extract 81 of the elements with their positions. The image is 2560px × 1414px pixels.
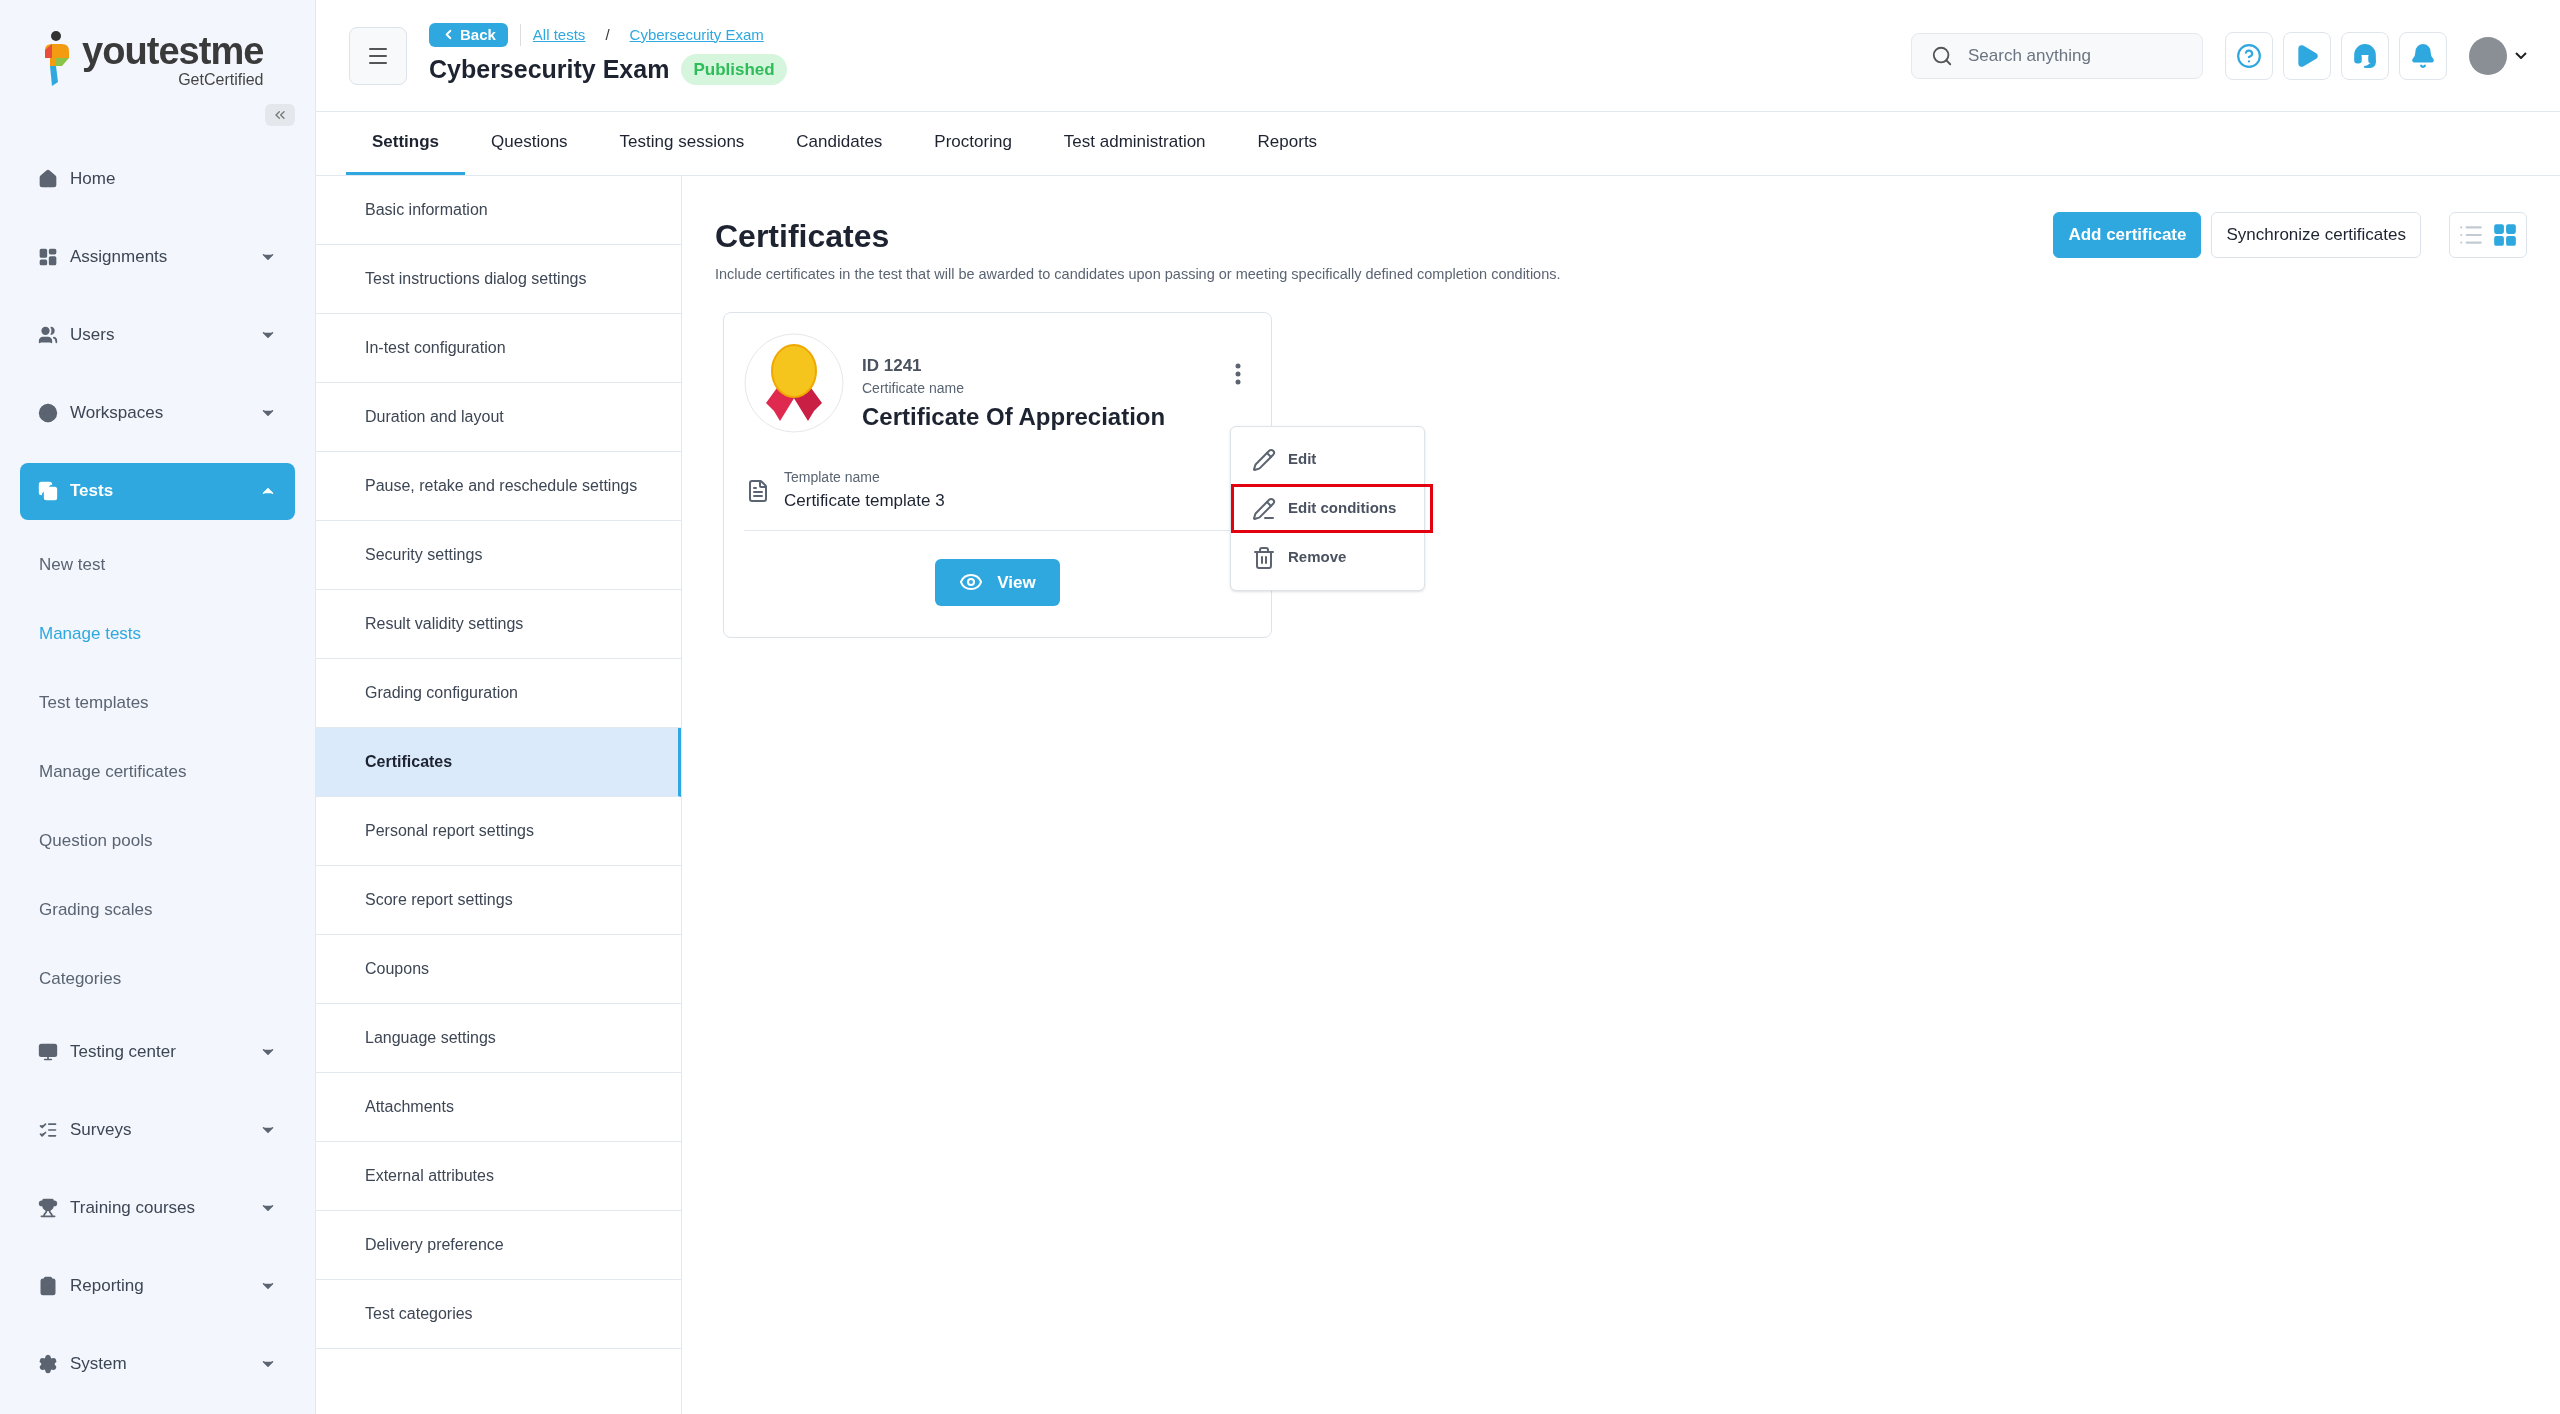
play-button[interactable]: [2283, 31, 2331, 80]
pencil-lines-icon: [1252, 496, 1276, 521]
sidebar-subitem[interactable]: New test: [20, 530, 295, 599]
home-icon: [38, 169, 58, 189]
sidebar-subitem[interactable]: Question pools: [20, 806, 295, 875]
collapse-button[interactable]: [265, 104, 295, 126]
tab[interactable]: Test administration: [1037, 112, 1232, 175]
users-icon: [38, 325, 58, 345]
settings-menu-item[interactable]: External attributes: [316, 1142, 681, 1211]
sidebar-item[interactable]: Assignments: [20, 228, 295, 286]
bell-button[interactable]: [2399, 31, 2447, 80]
sidebar-item[interactable]: Users: [20, 306, 295, 364]
sidebar-item[interactable]: Surveys: [20, 1101, 295, 1159]
bell-icon: [2410, 42, 2436, 69]
search-field[interactable]: Search anything: [1911, 32, 2203, 79]
clipboard-icon: [38, 1276, 58, 1296]
headset-button[interactable]: [2341, 31, 2389, 80]
settings-menu-item[interactable]: Duration and layout: [316, 383, 681, 452]
page-title: Cybersecurity Exam: [429, 53, 670, 85]
sync-button[interactable]: Synchronize certificates: [2211, 212, 2421, 258]
settings-menu-item[interactable]: Score report settings: [316, 866, 681, 935]
help-icon: [2236, 42, 2262, 69]
trash-icon: [1252, 545, 1276, 570]
settings-menu-item[interactable]: Certificates: [316, 728, 681, 797]
document-icon: [746, 478, 770, 503]
tab[interactable]: Proctoring: [908, 112, 1038, 175]
tab[interactable]: Settings: [346, 112, 466, 175]
grid-view-icon[interactable]: [2492, 222, 2518, 248]
settings-menu-item[interactable]: Personal report settings: [316, 797, 681, 866]
settings-menu-item[interactable]: Language settings: [316, 1004, 681, 1073]
sidebar-item[interactable]: Workspaces: [20, 384, 295, 442]
pencil-icon: [1252, 447, 1276, 472]
menu-button[interactable]: [349, 26, 407, 85]
certificate-name: Certificate Of Appreciation: [862, 402, 1167, 433]
settings-menu-item[interactable]: Delivery preference: [316, 1211, 681, 1280]
tab[interactable]: Questions: [465, 112, 594, 175]
section-title: Certificates: [715, 217, 891, 256]
settings-menu-item[interactable]: Test categories: [316, 1280, 681, 1349]
settings-menu-item[interactable]: Test instructions dialog settings: [316, 245, 681, 314]
certificate-name-label: Certificate name: [862, 379, 965, 399]
trophy-icon: [38, 1198, 58, 1218]
tab[interactable]: Reports: [1231, 112, 1344, 175]
template-name: Certificate template 3: [784, 490, 945, 513]
settings-menu-item[interactable]: In-test configuration: [316, 314, 681, 383]
monitor-icon: [38, 1042, 58, 1062]
sidebar-item[interactable]: Reporting: [20, 1257, 295, 1315]
sidebar-subitem[interactable]: Test templates: [20, 668, 295, 737]
template-label: Template name: [784, 468, 881, 488]
status-badge: Published: [681, 53, 787, 86]
breadcrumb-separator: /: [605, 24, 610, 45]
list-icon: [38, 1120, 58, 1140]
settings-menu-item[interactable]: Basic information: [316, 176, 681, 245]
section-description: Include certificates in the test that will be awarded to candidates upon passing or meeting specifically defined completion conditions.: [715, 265, 1562, 284]
logo-tagline: GetCertified: [178, 71, 264, 90]
copy-icon: [38, 481, 58, 501]
menu-item[interactable]: Remove: [1231, 533, 1424, 582]
chevron-down-icon: [2515, 52, 2527, 59]
sidebar-item[interactable]: Testing center: [20, 1023, 295, 1081]
certificate-id: ID 1241: [862, 354, 923, 377]
sidebar-subitem[interactable]: Categories: [20, 944, 295, 1013]
more-icon[interactable]: [1235, 362, 1241, 385]
settings-menu-item[interactable]: Security settings: [316, 521, 681, 590]
sidebar-subitem[interactable]: Manage certificates: [20, 737, 295, 806]
sidebar-subitem[interactable]: Grading scales: [20, 875, 295, 944]
avatar[interactable]: [2469, 36, 2507, 75]
settings-menu-item[interactable]: Coupons: [316, 935, 681, 1004]
settings-menu-item[interactable]: Pause, retake and reschedule settings: [316, 452, 681, 521]
help-button[interactable]: [2225, 31, 2273, 80]
dashboard-icon: [38, 247, 58, 267]
logo-text: youtestme: [82, 30, 264, 72]
settings-menu-item[interactable]: Attachments: [316, 1073, 681, 1142]
tab[interactable]: Candidates: [770, 112, 909, 175]
menu-item[interactable]: Edit: [1231, 435, 1424, 484]
search-icon: [1931, 44, 1953, 67]
sidebar-item[interactable]: Home: [20, 150, 295, 208]
sidebar-item[interactable]: System: [20, 1335, 295, 1393]
sidebar-item[interactable]: Training courses: [20, 1179, 295, 1237]
tab[interactable]: Testing sessions: [593, 112, 771, 175]
medal-icon: [744, 332, 844, 433]
menu-item[interactable]: Edit conditions: [1231, 484, 1433, 533]
settings-menu-item[interactable]: Result validity settings: [316, 590, 681, 659]
